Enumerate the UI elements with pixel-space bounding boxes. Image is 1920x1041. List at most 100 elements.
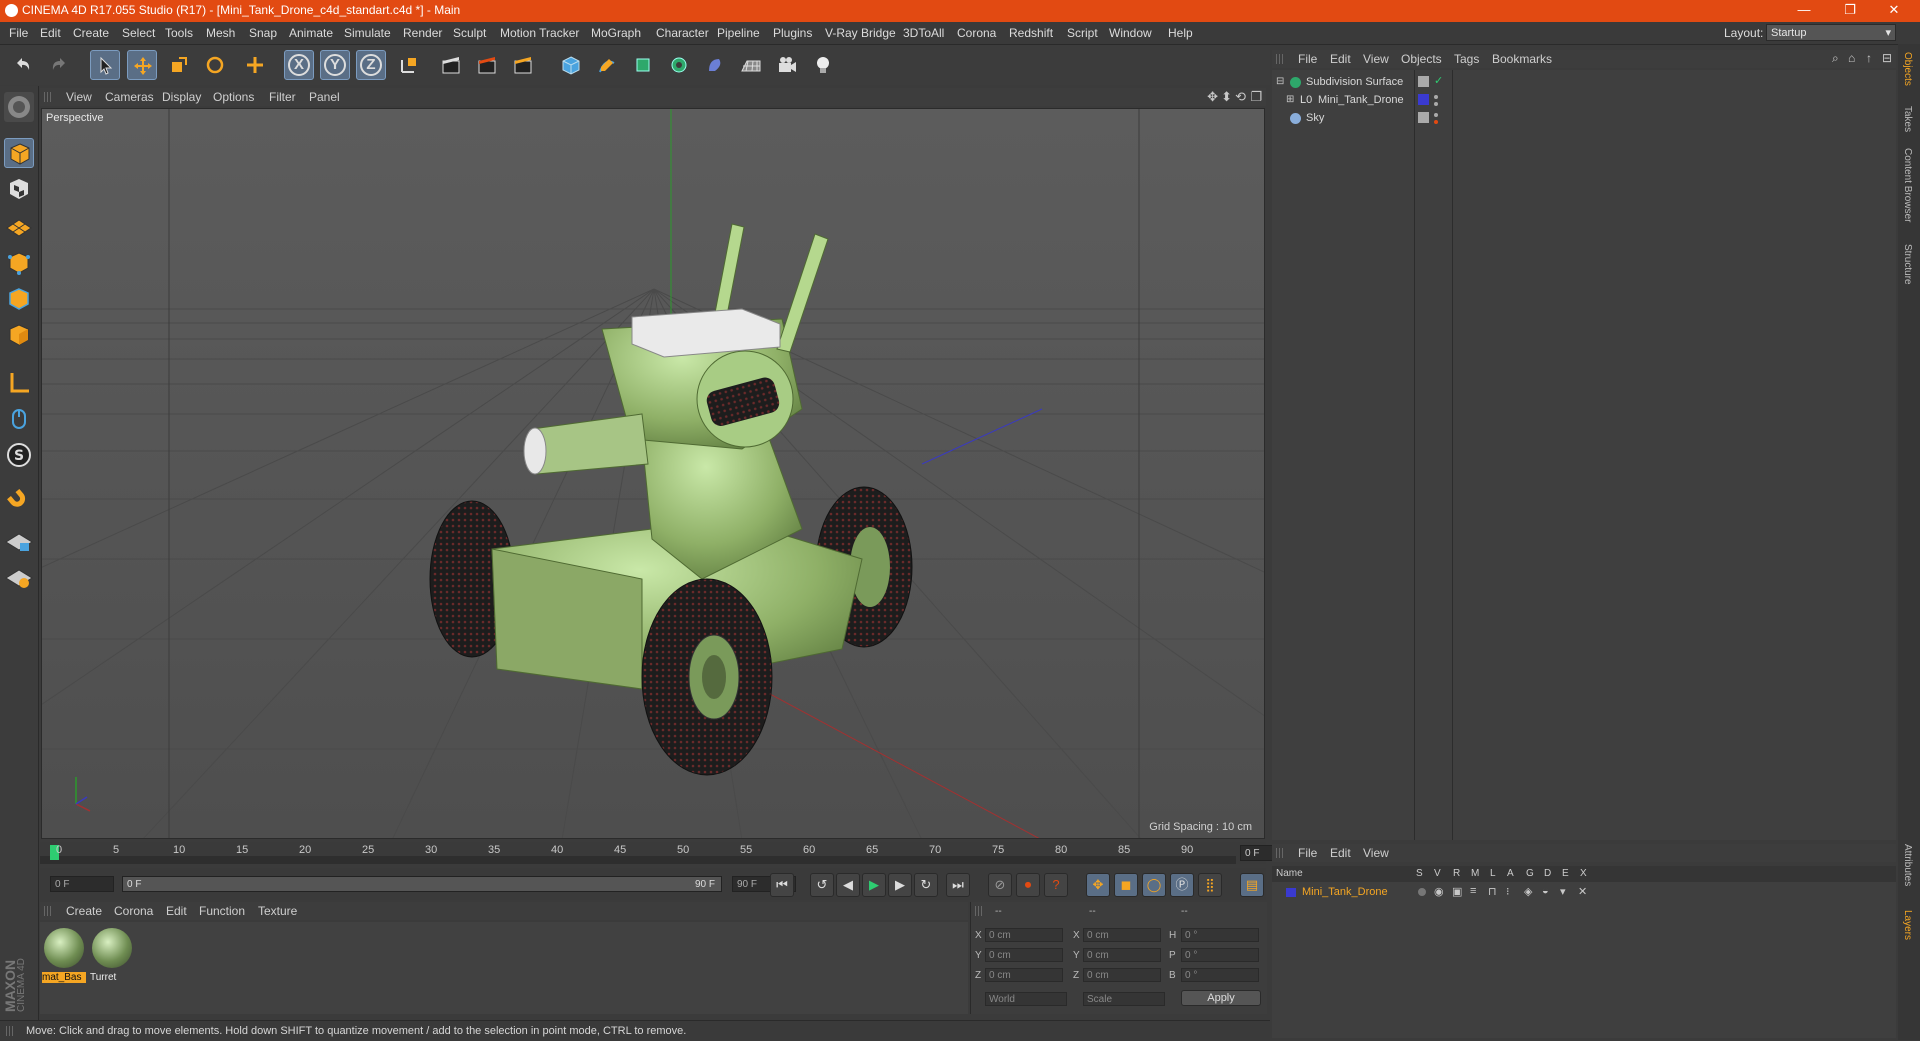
menu-select[interactable]: Select bbox=[122, 26, 155, 40]
viewport-menu-cameras[interactable]: Cameras bbox=[105, 90, 154, 104]
pos-z-field[interactable]: 0 cm bbox=[985, 968, 1063, 982]
zoom-view-icon[interactable]: ⬍ bbox=[1221, 89, 1232, 105]
points-mode-button[interactable] bbox=[4, 248, 34, 278]
menu-simulate[interactable]: Simulate bbox=[344, 26, 391, 40]
start-frame-field[interactable]: 0 F bbox=[50, 876, 114, 892]
menu-corona[interactable]: Corona bbox=[957, 26, 996, 40]
tab-layers[interactable]: Layers bbox=[1902, 910, 1913, 940]
timeline-ruler[interactable]: 0 5 10 15 20 25 30 35 40 45 50 55 60 65 … bbox=[40, 842, 1304, 864]
object-menu-file[interactable]: File bbox=[1298, 52, 1317, 66]
snap-button[interactable] bbox=[4, 486, 34, 516]
autokey-button[interactable]: ? bbox=[1044, 873, 1068, 897]
generator-icon[interactable]: ◈ bbox=[1524, 885, 1532, 898]
y-axis-lock-button[interactable]: Y bbox=[320, 50, 350, 80]
rot-b-field[interactable]: 0 ° bbox=[1181, 968, 1259, 982]
layer-tag-icon[interactable] bbox=[1418, 112, 1429, 123]
render-picture-viewer-button[interactable] bbox=[472, 50, 502, 80]
key-scale-button[interactable]: ◼ bbox=[1114, 873, 1138, 897]
go-to-end-button[interactable]: ⏭ bbox=[946, 873, 970, 897]
tab-attributes[interactable]: Attributes bbox=[1902, 844, 1913, 886]
frame-range-slider[interactable]: 0 F 90 F bbox=[122, 876, 722, 892]
render-dot-icon[interactable] bbox=[1434, 102, 1438, 106]
scale-tool-button[interactable] bbox=[164, 50, 194, 80]
menu-window[interactable]: Window bbox=[1109, 26, 1152, 40]
rotate-tool-button[interactable] bbox=[200, 50, 230, 80]
object-menu-objects[interactable]: Objects bbox=[1401, 52, 1442, 66]
object-menu-tags[interactable]: Tags bbox=[1454, 52, 1479, 66]
layer-color-swatch[interactable] bbox=[1286, 888, 1296, 897]
model-mode-button[interactable] bbox=[4, 138, 34, 168]
menu-script[interactable]: Script bbox=[1067, 26, 1098, 40]
close-button[interactable]: ✕ bbox=[1874, 2, 1914, 18]
manager-icon[interactable]: ≡ bbox=[1470, 885, 1476, 897]
z-axis-lock-button[interactable]: Z bbox=[356, 50, 386, 80]
mograph-cloner-button[interactable] bbox=[664, 50, 694, 80]
move-tool-button[interactable] bbox=[127, 50, 157, 80]
menu-character[interactable]: Character bbox=[656, 26, 709, 40]
expand-icon[interactable]: ⊞ bbox=[1286, 94, 1294, 105]
tab-takes[interactable]: Takes bbox=[1902, 106, 1913, 132]
menu-create[interactable]: Create bbox=[73, 26, 109, 40]
object-menu-edit[interactable]: Edit bbox=[1330, 52, 1351, 66]
menu-help[interactable]: Help bbox=[1168, 26, 1193, 40]
tab-structure[interactable]: Structure bbox=[1902, 244, 1913, 285]
edges-mode-button[interactable] bbox=[4, 284, 34, 314]
coordinate-system-button[interactable] bbox=[394, 50, 424, 80]
layer-menu-view[interactable]: View bbox=[1363, 846, 1389, 860]
record-key-button[interactable]: ⏺ bbox=[1016, 873, 1040, 897]
key-position-button[interactable]: ✥ bbox=[1086, 873, 1110, 897]
menu-snap[interactable]: Snap bbox=[249, 26, 277, 40]
material-mat-bas[interactable]: mat_Bas bbox=[42, 926, 86, 983]
redo-button[interactable] bbox=[44, 50, 74, 80]
axis-mode-button[interactable] bbox=[4, 368, 34, 398]
motion-record-button[interactable]: ⊘ bbox=[988, 873, 1012, 897]
viewport-menu-view[interactable]: View bbox=[66, 90, 92, 104]
floor-button[interactable] bbox=[736, 50, 766, 80]
render-icon[interactable]: ▣ bbox=[1452, 885, 1462, 898]
search-icon[interactable]: ⌕ bbox=[1832, 51, 1839, 66]
menu-vray-bridge[interactable]: V-Ray Bridge bbox=[825, 26, 896, 40]
render-settings-button[interactable] bbox=[508, 50, 538, 80]
deformer-button[interactable] bbox=[700, 50, 730, 80]
material-menu-texture[interactable]: Texture bbox=[258, 904, 297, 918]
undo-button[interactable] bbox=[8, 50, 38, 80]
layer-menu-file[interactable]: File bbox=[1298, 846, 1317, 860]
light-button[interactable] bbox=[808, 50, 838, 80]
layer-tag-icon[interactable] bbox=[1418, 76, 1429, 87]
menu-sculpt[interactable]: Sculpt bbox=[453, 26, 486, 40]
perspective-viewport[interactable]: Perspective Grid Spacing : 10 cm bbox=[41, 108, 1265, 839]
solo-toggle-icon[interactable] bbox=[1418, 888, 1426, 896]
menu-file[interactable]: File bbox=[9, 26, 28, 40]
size-y-field[interactable]: 0 cm bbox=[1083, 948, 1161, 962]
material-menu-create[interactable]: Create bbox=[66, 904, 102, 918]
render-dot-icon[interactable] bbox=[1434, 120, 1438, 124]
tab-objects[interactable]: Objects bbox=[1902, 52, 1913, 86]
rotate-view-icon[interactable]: ⟲ bbox=[1235, 89, 1246, 105]
rot-p-field[interactable]: 0 ° bbox=[1181, 948, 1259, 962]
key-pla-button[interactable]: ⣿ bbox=[1198, 873, 1222, 897]
rot-h-field[interactable]: 0 ° bbox=[1181, 928, 1259, 942]
polygons-mode-button[interactable] bbox=[4, 320, 34, 350]
play-button[interactable]: ▶ bbox=[862, 873, 886, 897]
pos-y-field[interactable]: 0 cm bbox=[985, 948, 1063, 962]
render-view-button[interactable] bbox=[436, 50, 466, 80]
key-rotation-button[interactable]: ◯ bbox=[1142, 873, 1166, 897]
menu-render[interactable]: Render bbox=[403, 26, 442, 40]
xref-icon[interactable]: ✕ bbox=[1578, 885, 1587, 898]
eye-icon[interactable]: ◉ bbox=[1434, 885, 1444, 898]
menu-pipeline[interactable]: Pipeline bbox=[717, 26, 760, 40]
collapse-icon[interactable]: ⊟ bbox=[1276, 76, 1284, 87]
locked-workplane-button[interactable] bbox=[4, 526, 34, 556]
deformer-icon[interactable]: ◒ bbox=[1542, 885, 1549, 897]
material-turret[interactable]: Turret bbox=[90, 926, 134, 983]
apply-button[interactable]: Apply bbox=[1181, 990, 1261, 1006]
enabled-check-icon[interactable]: ✓ bbox=[1434, 74, 1443, 87]
menu-edit[interactable]: Edit bbox=[40, 26, 61, 40]
layout-select[interactable]: Startup ▾ bbox=[1766, 24, 1896, 41]
key-parameter-button[interactable]: Ⓟ bbox=[1170, 873, 1194, 897]
object-row-subdivision-surface[interactable]: ⊟ Subdivision Surface ✓ bbox=[1272, 74, 1896, 92]
layer-menu-edit[interactable]: Edit bbox=[1330, 846, 1351, 860]
x-axis-lock-button[interactable]: X bbox=[284, 50, 314, 80]
material-menu-function[interactable]: Function bbox=[199, 904, 245, 918]
restore-button[interactable]: ❐ bbox=[1830, 2, 1870, 18]
